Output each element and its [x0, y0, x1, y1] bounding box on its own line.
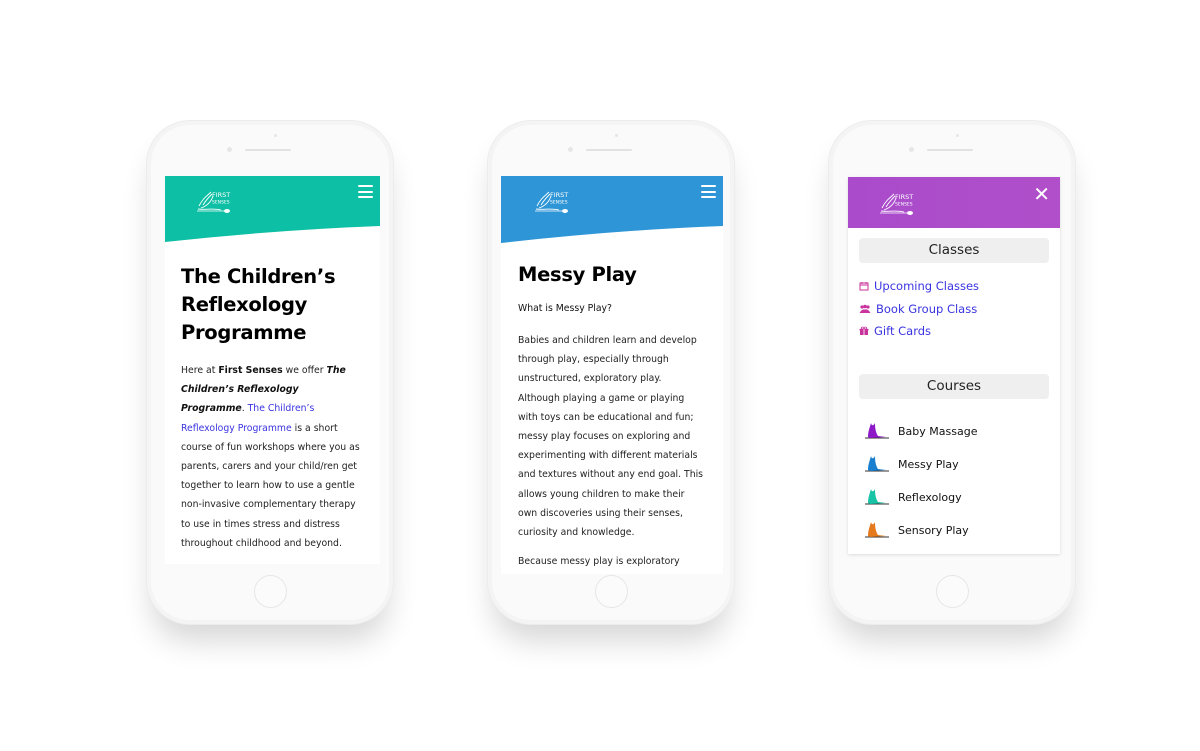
svg-text:FIRST: FIRST [895, 193, 913, 201]
bird-purple-icon [864, 422, 890, 439]
home-button [254, 575, 287, 608]
second-paragraph: Because messy play is exploratory there [518, 556, 680, 568]
hamburger-menu-icon[interactable] [358, 185, 373, 198]
course-label: Baby Massage [898, 424, 978, 438]
menu-link-label: Book Group Class [876, 301, 978, 316]
home-button [595, 575, 628, 608]
close-icon[interactable]: ✕ [1033, 184, 1050, 204]
screen-reflexology: FIRST SENSES The Children’s Reflexology … [165, 176, 380, 564]
phone-camera [909, 147, 914, 152]
screen-messy-play: FIRST SENSES Messy Play What is Messy Pl… [501, 176, 723, 574]
page-content: The Children’s Reflexology Programme Her… [165, 243, 380, 564]
course-label: Reflexology [898, 490, 962, 504]
phone-mockup-messy-play: FIRST SENSES Messy Play What is Messy Pl… [487, 120, 735, 625]
page-title: Messy Play [518, 263, 637, 286]
home-button [936, 575, 969, 608]
calendar-icon [859, 282, 869, 291]
first-senses-logo[interactable]: FIRST SENSES [195, 188, 237, 214]
section-subtitle: What is Messy Play? [518, 303, 612, 314]
phone-sensor [956, 134, 959, 137]
course-label: Sensory Play [898, 523, 969, 537]
svg-text:SENSES: SENSES [550, 200, 568, 206]
brand-name-text: First Senses [218, 365, 283, 376]
site-header: FIRST SENSES [501, 176, 723, 243]
phone-speaker [586, 149, 632, 151]
bird-orange-icon [864, 521, 890, 538]
bird-teal-icon [864, 488, 890, 505]
course-link-baby-massage[interactable]: Baby Massage [859, 415, 1049, 448]
menu-link-book-group-class[interactable]: Book Group Class [859, 298, 1049, 321]
group-icon [859, 304, 871, 313]
gift-icon [859, 326, 869, 336]
site-header: FIRST SENSES [165, 176, 380, 243]
phone-sensor [615, 134, 618, 137]
menu-header: FIRST SENSES ✕ [848, 177, 1060, 228]
phone-sensor [274, 134, 277, 137]
menu-link-label: Gift Cards [874, 324, 932, 339]
phone-mockup-menu: FIRST SENSES ✕ Classes Upcoming Classes … [828, 120, 1076, 625]
hamburger-menu-icon[interactable] [701, 185, 716, 198]
menu-link-upcoming-classes[interactable]: Upcoming Classes [859, 275, 1049, 298]
course-link-sensory-play[interactable]: Sensory Play [859, 514, 1049, 547]
menu-link-label: Upcoming Classes [874, 279, 980, 294]
menu-link-gift-cards[interactable]: Gift Cards [859, 320, 1049, 343]
bird-blue-icon [864, 455, 890, 472]
phone-speaker [245, 149, 291, 151]
screen-navigation-menu: FIRST SENSES ✕ Classes Upcoming Classes … [848, 177, 1060, 554]
phone-speaker [927, 149, 973, 151]
courses-heading: Courses [859, 373, 1049, 399]
class-links: Upcoming Classes Book Group Class Gift C… [859, 275, 1049, 343]
svg-text:FIRST: FIRST [212, 191, 230, 199]
course-link-messy-play[interactable]: Messy Play [859, 448, 1049, 481]
course-link-reflexology[interactable]: Reflexology [859, 481, 1049, 514]
course-label: Messy Play [898, 457, 959, 471]
phone-camera [568, 147, 573, 152]
svg-text:SENSES: SENSES [212, 200, 230, 206]
phone-camera [227, 147, 232, 152]
navigation-menu: Classes Upcoming Classes Book Group Clas… [848, 228, 1060, 547]
page-title: The Children’s Reflexology Programme [181, 265, 336, 344]
intro-paragraph: Babies and children learn and develop th… [518, 335, 704, 539]
first-senses-logo[interactable]: FIRST SENSES [878, 190, 920, 216]
course-paragraph: The course uses a collection of songs, r… [181, 563, 364, 564]
intro-paragraph: Here at First Senses we offer The Childr… [181, 365, 360, 549]
first-senses-logo[interactable]: FIRST SENSES [533, 188, 575, 214]
svg-text:SENSES: SENSES [895, 202, 913, 208]
page-content: Messy Play What is Messy Play? Babies an… [501, 243, 723, 574]
course-links: Baby Massage Messy Play Reflexology Sens… [859, 411, 1049, 547]
classes-heading: Classes [859, 238, 1049, 263]
phone-mockup-reflexology: FIRST SENSES The Children’s Reflexology … [146, 120, 394, 625]
svg-text:FIRST: FIRST [550, 191, 568, 199]
